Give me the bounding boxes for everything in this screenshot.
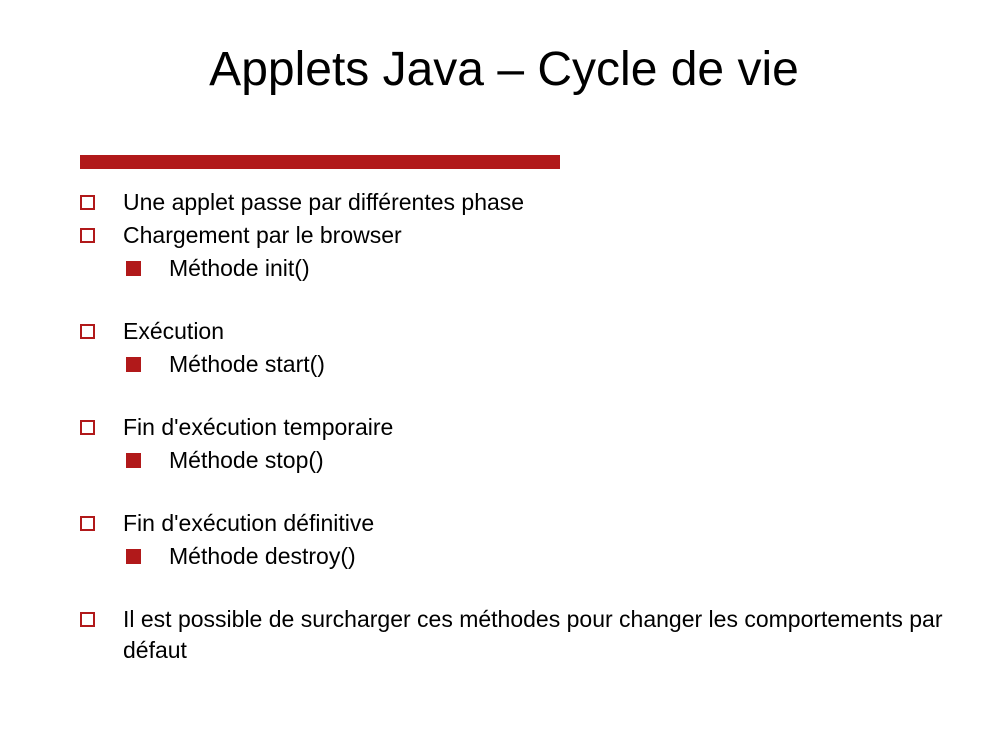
list-item: Exécution — [80, 316, 948, 347]
bullet-filled-icon — [126, 453, 141, 468]
sub-list-item: Méthode stop() — [126, 445, 948, 476]
list-item: Fin d'exécution définitive — [80, 508, 948, 539]
list-item: Il est possible de surcharger ces méthod… — [80, 604, 948, 666]
list-item-text: Exécution — [123, 316, 948, 347]
list-item-text: Chargement par le browser — [123, 220, 948, 251]
slide-content: Une applet passe par différentes phase C… — [0, 169, 1008, 667]
sub-list-item-text: Méthode destroy() — [169, 541, 948, 572]
list-item-text: Fin d'exécution temporaire — [123, 412, 948, 443]
bullet-outlined-icon — [80, 612, 95, 627]
bullet-outlined-icon — [80, 228, 95, 243]
divider-bar — [80, 155, 560, 169]
slide-title: Applets Java – Cycle de vie — [0, 0, 1008, 127]
list-item: Une applet passe par différentes phase — [80, 187, 948, 218]
bullet-filled-icon — [126, 261, 141, 276]
sub-list-item-text: Méthode start() — [169, 349, 948, 380]
list-item-text: Fin d'exécution définitive — [123, 508, 948, 539]
list-item-text: Il est possible de surcharger ces méthod… — [123, 604, 948, 666]
bullet-filled-icon — [126, 357, 141, 372]
sub-list-item: Méthode init() — [126, 253, 948, 284]
list-item: Fin d'exécution temporaire — [80, 412, 948, 443]
list-item-text: Une applet passe par différentes phase — [123, 187, 948, 218]
sub-list-item-text: Méthode stop() — [169, 445, 948, 476]
bullet-outlined-icon — [80, 324, 95, 339]
list-item: Chargement par le browser — [80, 220, 948, 251]
sub-list-item: Méthode start() — [126, 349, 948, 380]
bullet-filled-icon — [126, 549, 141, 564]
sub-list-item: Méthode destroy() — [126, 541, 948, 572]
bullet-outlined-icon — [80, 420, 95, 435]
sub-list-item-text: Méthode init() — [169, 253, 948, 284]
bullet-outlined-icon — [80, 516, 95, 531]
bullet-outlined-icon — [80, 195, 95, 210]
